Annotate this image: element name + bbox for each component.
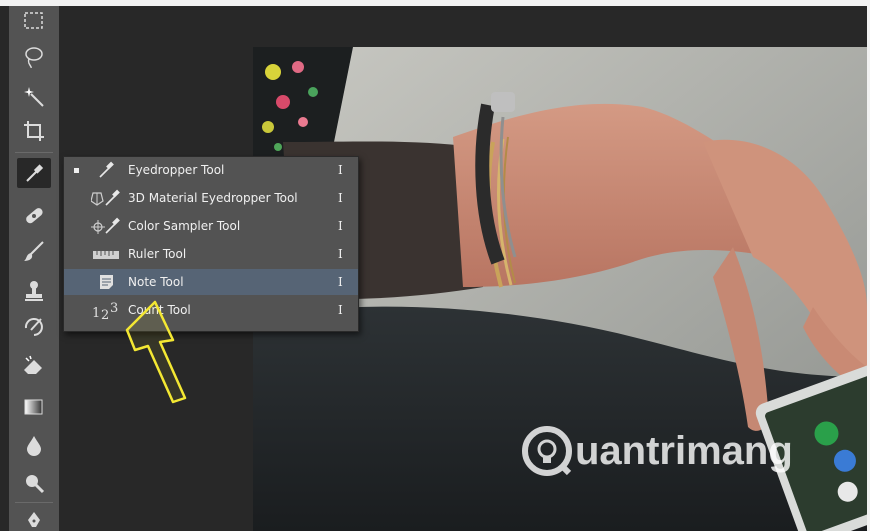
- watermark: uantrimang: [521, 425, 793, 477]
- brush-icon: [24, 241, 44, 261]
- svg-text:2: 2: [101, 308, 109, 321]
- menu-item-shortcut: I: [338, 247, 343, 261]
- selected-bullet: [74, 168, 79, 173]
- menu-item-eyedropper[interactable]: Eyedropper Tool I: [64, 157, 358, 183]
- menu-item-3d-material-eyedropper[interactable]: 3D Material Eyedropper Tool I: [64, 185, 358, 211]
- eraser-tool[interactable]: [17, 350, 51, 380]
- rectangular-marquee-tool[interactable]: [17, 6, 51, 36]
- menu-item-shortcut: I: [338, 303, 343, 317]
- watermark-text: uantrimang: [575, 428, 793, 473]
- lasso-icon: [25, 47, 43, 68]
- clone-stamp-tool[interactable]: [17, 276, 51, 306]
- blur-drop-icon: [27, 436, 41, 456]
- ruler-icon: [90, 243, 124, 265]
- eyedropper-tool[interactable]: [17, 158, 51, 188]
- menu-item-color-sampler[interactable]: Color Sampler Tool I: [64, 213, 358, 239]
- watermark-logo-icon: [522, 426, 572, 476]
- pen-tool[interactable]: [17, 506, 51, 531]
- menu-item-label: Eyedropper Tool: [128, 163, 225, 177]
- blur-tool[interactable]: [17, 430, 51, 460]
- spot-healing-brush-tool[interactable]: [17, 201, 51, 231]
- menu-item-shortcut: I: [338, 219, 343, 233]
- magic-wand-icon: [24, 87, 44, 107]
- lasso-tool[interactable]: [17, 42, 51, 72]
- tools-panel: [9, 6, 59, 531]
- bandage-icon: [26, 208, 43, 224]
- stamp-icon: [25, 281, 43, 301]
- gradient-tool[interactable]: [17, 392, 51, 422]
- menu-item-shortcut: I: [338, 275, 343, 289]
- svg-text:1: 1: [92, 306, 100, 321]
- menu-item-label: Color Sampler Tool: [128, 219, 241, 233]
- 3d-material-eyedropper-icon: [90, 187, 124, 209]
- crop-icon: [24, 121, 44, 141]
- eyedropper-icon: [90, 159, 124, 181]
- menu-item-shortcut: I: [338, 191, 343, 205]
- history-brush-tool[interactable]: [17, 312, 51, 342]
- dodge-tool[interactable]: [17, 468, 51, 498]
- marquee-icon: [24, 12, 43, 29]
- toolbar-divider: [15, 502, 53, 503]
- color-sampler-icon: [90, 215, 124, 237]
- crop-tool[interactable]: [17, 116, 51, 146]
- menu-item-label: Note Tool: [128, 275, 184, 289]
- gradient-icon: [24, 399, 43, 415]
- toolbar-divider: [15, 152, 53, 153]
- menu-item-ruler[interactable]: Ruler Tool I: [64, 241, 358, 267]
- dodge-icon: [26, 475, 45, 494]
- menu-item-label: 3D Material Eyedropper Tool: [128, 191, 298, 205]
- magic-wand-tool[interactable]: [17, 82, 51, 112]
- menu-item-label: Ruler Tool: [128, 247, 187, 261]
- photoshop-workspace: uantrimang Eyedropper Tool I 3D Material…: [0, 0, 870, 531]
- eyedropper-icon: [26, 164, 44, 182]
- eraser-icon: [24, 355, 42, 374]
- history-brush-icon: [24, 318, 43, 336]
- menu-item-shortcut: I: [338, 163, 343, 177]
- brush-tool[interactable]: [17, 236, 51, 266]
- annotation-arrow-icon: [125, 300, 187, 404]
- pen-icon: [28, 512, 40, 527]
